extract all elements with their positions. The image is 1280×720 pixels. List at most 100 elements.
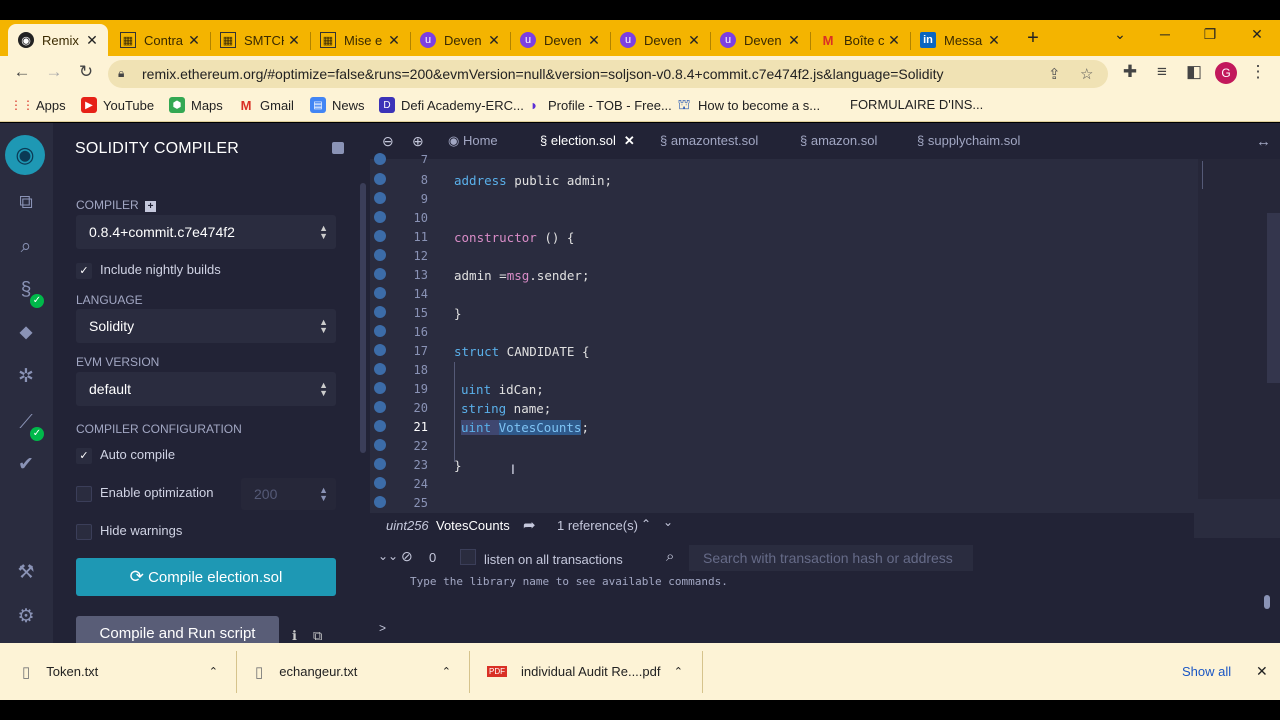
expand-arrows-icon[interactable]: ↔ — [1256, 133, 1271, 150]
bookmark-maps[interactable]: ⬢ Maps — [169, 97, 223, 113]
tab-deven-2[interactable]: u Deven ✕ — [510, 24, 610, 56]
minimize-icon[interactable]: ─ — [1155, 26, 1175, 42]
breakpoint-dot[interactable] — [374, 287, 386, 299]
breakpoint-dot[interactable] — [374, 306, 386, 318]
close-icon[interactable]: ✕ — [886, 32, 902, 49]
download-item-token[interactable]: ▯ Token.txt ⌃ — [22, 643, 232, 700]
tab-supplychaim-sol[interactable]: § supplychaim.sol — [917, 133, 1020, 148]
transaction-search-input[interactable]: Search with transaction hash or address — [689, 545, 973, 571]
tab-deven-4[interactable]: u Deven ✕ — [710, 24, 810, 56]
download-item-audit-pdf[interactable]: PDF individual Audit Re....pdf ⌃ — [487, 643, 697, 700]
optimization-checkbox[interactable] — [76, 486, 92, 502]
code-area[interactable]: address public admin; constructor () { a… — [454, 159, 1194, 511]
settings-gear-icon[interactable]: ⚙ — [14, 605, 38, 629]
tab-contra[interactable]: ▦ Contra ✕ — [110, 24, 210, 56]
chevron-up-icon[interactable]: ⌃ — [674, 665, 683, 678]
nightly-builds-checkbox[interactable]: ✓ — [76, 263, 92, 279]
breakpoint-dot[interactable] — [374, 401, 386, 413]
omnibox[interactable]: 🔒︎ remix.ethereum.org/#optimize=false&ru… — [108, 60, 1108, 88]
breakpoint-dot[interactable] — [374, 192, 386, 204]
breakpoint-dot[interactable] — [374, 268, 386, 280]
breakpoint-dot[interactable] — [374, 249, 386, 261]
close-icon[interactable]: ✕ — [986, 32, 1002, 49]
remix-logo-icon[interactable]: ◉ — [5, 135, 45, 175]
bookmark-youtube[interactable]: ▶ YouTube — [81, 97, 154, 113]
breakpoint-dot[interactable] — [374, 153, 386, 165]
bookmark-formulaire[interactable]: FORMULAIRE D'INS... — [850, 97, 983, 112]
solidity-compiler-icon[interactable]: § ✓ — [14, 278, 44, 308]
bookmark-how-to-become[interactable]: ⛫ How to become a s... — [676, 96, 821, 113]
terminal-output[interactable]: Type the library name to see available c… — [370, 573, 1280, 643]
tab-amazon-sol[interactable]: § amazon.sol — [800, 133, 877, 148]
back-icon[interactable]: ← — [12, 62, 32, 82]
close-icon[interactable]: ✕ — [386, 32, 402, 49]
chevron-down-icon[interactable]: ⌄ — [1110, 26, 1130, 43]
close-icon[interactable]: ✕ — [586, 32, 602, 49]
breakpoint-dot[interactable] — [374, 382, 386, 394]
editor-scrollbar[interactable] — [1267, 213, 1280, 383]
tab-remix[interactable]: ◉ Remix ✕ — [8, 24, 108, 56]
deploy-run-icon[interactable]: ⬥ — [14, 321, 38, 345]
listen-checkbox[interactable] — [460, 549, 476, 565]
tab-deven-3[interactable]: u Deven ✕ — [610, 24, 710, 56]
close-icon[interactable]: ✕ — [624, 133, 635, 148]
side-panel-icon[interactable]: ◧ — [1184, 62, 1204, 82]
breakpoint-dot[interactable] — [374, 439, 386, 451]
star-icon[interactable]: ☆ — [1080, 65, 1093, 83]
compile-button[interactable]: ⟳ Compile election.sol — [76, 558, 336, 596]
bookmark-defi-academy[interactable]: D Defi Academy-ERC... — [379, 97, 524, 113]
breakpoint-dot[interactable] — [374, 363, 386, 375]
breakpoint-dot[interactable] — [374, 420, 386, 432]
tab-deven-1[interactable]: u Deven ✕ — [410, 24, 510, 56]
plugin-manager-icon[interactable]: ⚒ — [14, 561, 38, 585]
tab-election-sol[interactable]: § election.sol ✕ — [540, 133, 635, 149]
forward-icon[interactable]: → — [44, 62, 64, 82]
info-icon[interactable]: ℹ — [292, 628, 297, 644]
close-icon[interactable]: ✕ — [286, 32, 302, 49]
unit-testing-icon[interactable]: ✔ — [14, 453, 38, 477]
zoom-in-icon[interactable]: ⊕ — [412, 133, 424, 150]
extensions-icon[interactable]: ✚ — [1120, 62, 1140, 82]
language-select[interactable]: Solidity ▲ ▼ — [76, 309, 336, 343]
close-icon[interactable]: ✕ — [686, 32, 702, 49]
panel-scrollbar[interactable] — [360, 183, 366, 453]
lock-icon[interactable]: 🔒︎ — [118, 66, 124, 81]
reload-icon[interactable]: ↻ — [76, 62, 96, 82]
bookmark-news[interactable]: ▤ News — [310, 97, 365, 113]
zoom-out-icon[interactable]: ⊖ — [382, 133, 394, 150]
optimization-runs-input[interactable]: 200 ▲ ▼ — [241, 478, 336, 510]
breakpoint-dot[interactable] — [374, 458, 386, 470]
collapse-terminal-icon[interactable]: ⌄⌄ — [378, 549, 398, 563]
tab-gmail[interactable]: M Boîte c ✕ — [810, 24, 910, 56]
media-icon[interactable]: ≡ — [1152, 62, 1172, 82]
tab-smtch[interactable]: ▦ SMTCH ✕ — [210, 24, 310, 56]
avatar[interactable]: G — [1215, 62, 1237, 84]
terminal-prompt[interactable]: > — [379, 621, 386, 635]
file-explorer-icon[interactable]: ⧉ — [14, 191, 38, 215]
breakpoint-dot[interactable] — [374, 344, 386, 356]
hide-warnings-checkbox[interactable] — [76, 524, 92, 540]
bookmark-profile-tob[interactable]: ◗ Profile - TOB - Free... — [526, 97, 672, 113]
search-icon[interactable]: ⌕ — [14, 235, 38, 259]
download-item-echangeur[interactable]: ▯ echangeur.txt ⌃ — [255, 643, 465, 700]
evm-version-select[interactable]: default ▲ ▼ — [76, 372, 336, 406]
close-icon[interactable]: ✕ — [786, 32, 802, 49]
documentation-icon[interactable] — [332, 142, 344, 154]
analysis-icon[interactable]: ⟋ ✓ — [14, 411, 44, 441]
show-all-downloads-link[interactable]: Show all — [1182, 643, 1231, 700]
breakpoint-dot[interactable] — [374, 325, 386, 337]
chevron-up-icon[interactable]: ⌃ — [209, 665, 218, 678]
chevron-down-icon[interactable]: ⌄ — [663, 515, 673, 529]
tab-mise[interactable]: ▦ Mise e ✕ — [310, 24, 410, 56]
url-text[interactable]: remix.ethereum.org/#optimize=false&runs=… — [142, 66, 944, 82]
tab-linkedin[interactable]: in Messa ✕ — [910, 24, 1010, 56]
new-tab-button[interactable]: + — [1023, 27, 1043, 50]
breakpoint-dot[interactable] — [374, 211, 386, 223]
tab-home[interactable]: ◉ Home — [448, 133, 498, 149]
add-compiler-icon[interactable]: + — [145, 201, 157, 212]
close-icon[interactable]: ✕ — [186, 32, 202, 49]
breakpoint-dot[interactable] — [374, 173, 386, 185]
compiler-version-select[interactable]: 0.8.4+commit.c7e474f2 ▲ ▼ — [76, 215, 336, 249]
kebab-menu-icon[interactable]: ⋮ — [1248, 62, 1268, 82]
debugger-icon[interactable]: ✲ — [14, 365, 38, 389]
